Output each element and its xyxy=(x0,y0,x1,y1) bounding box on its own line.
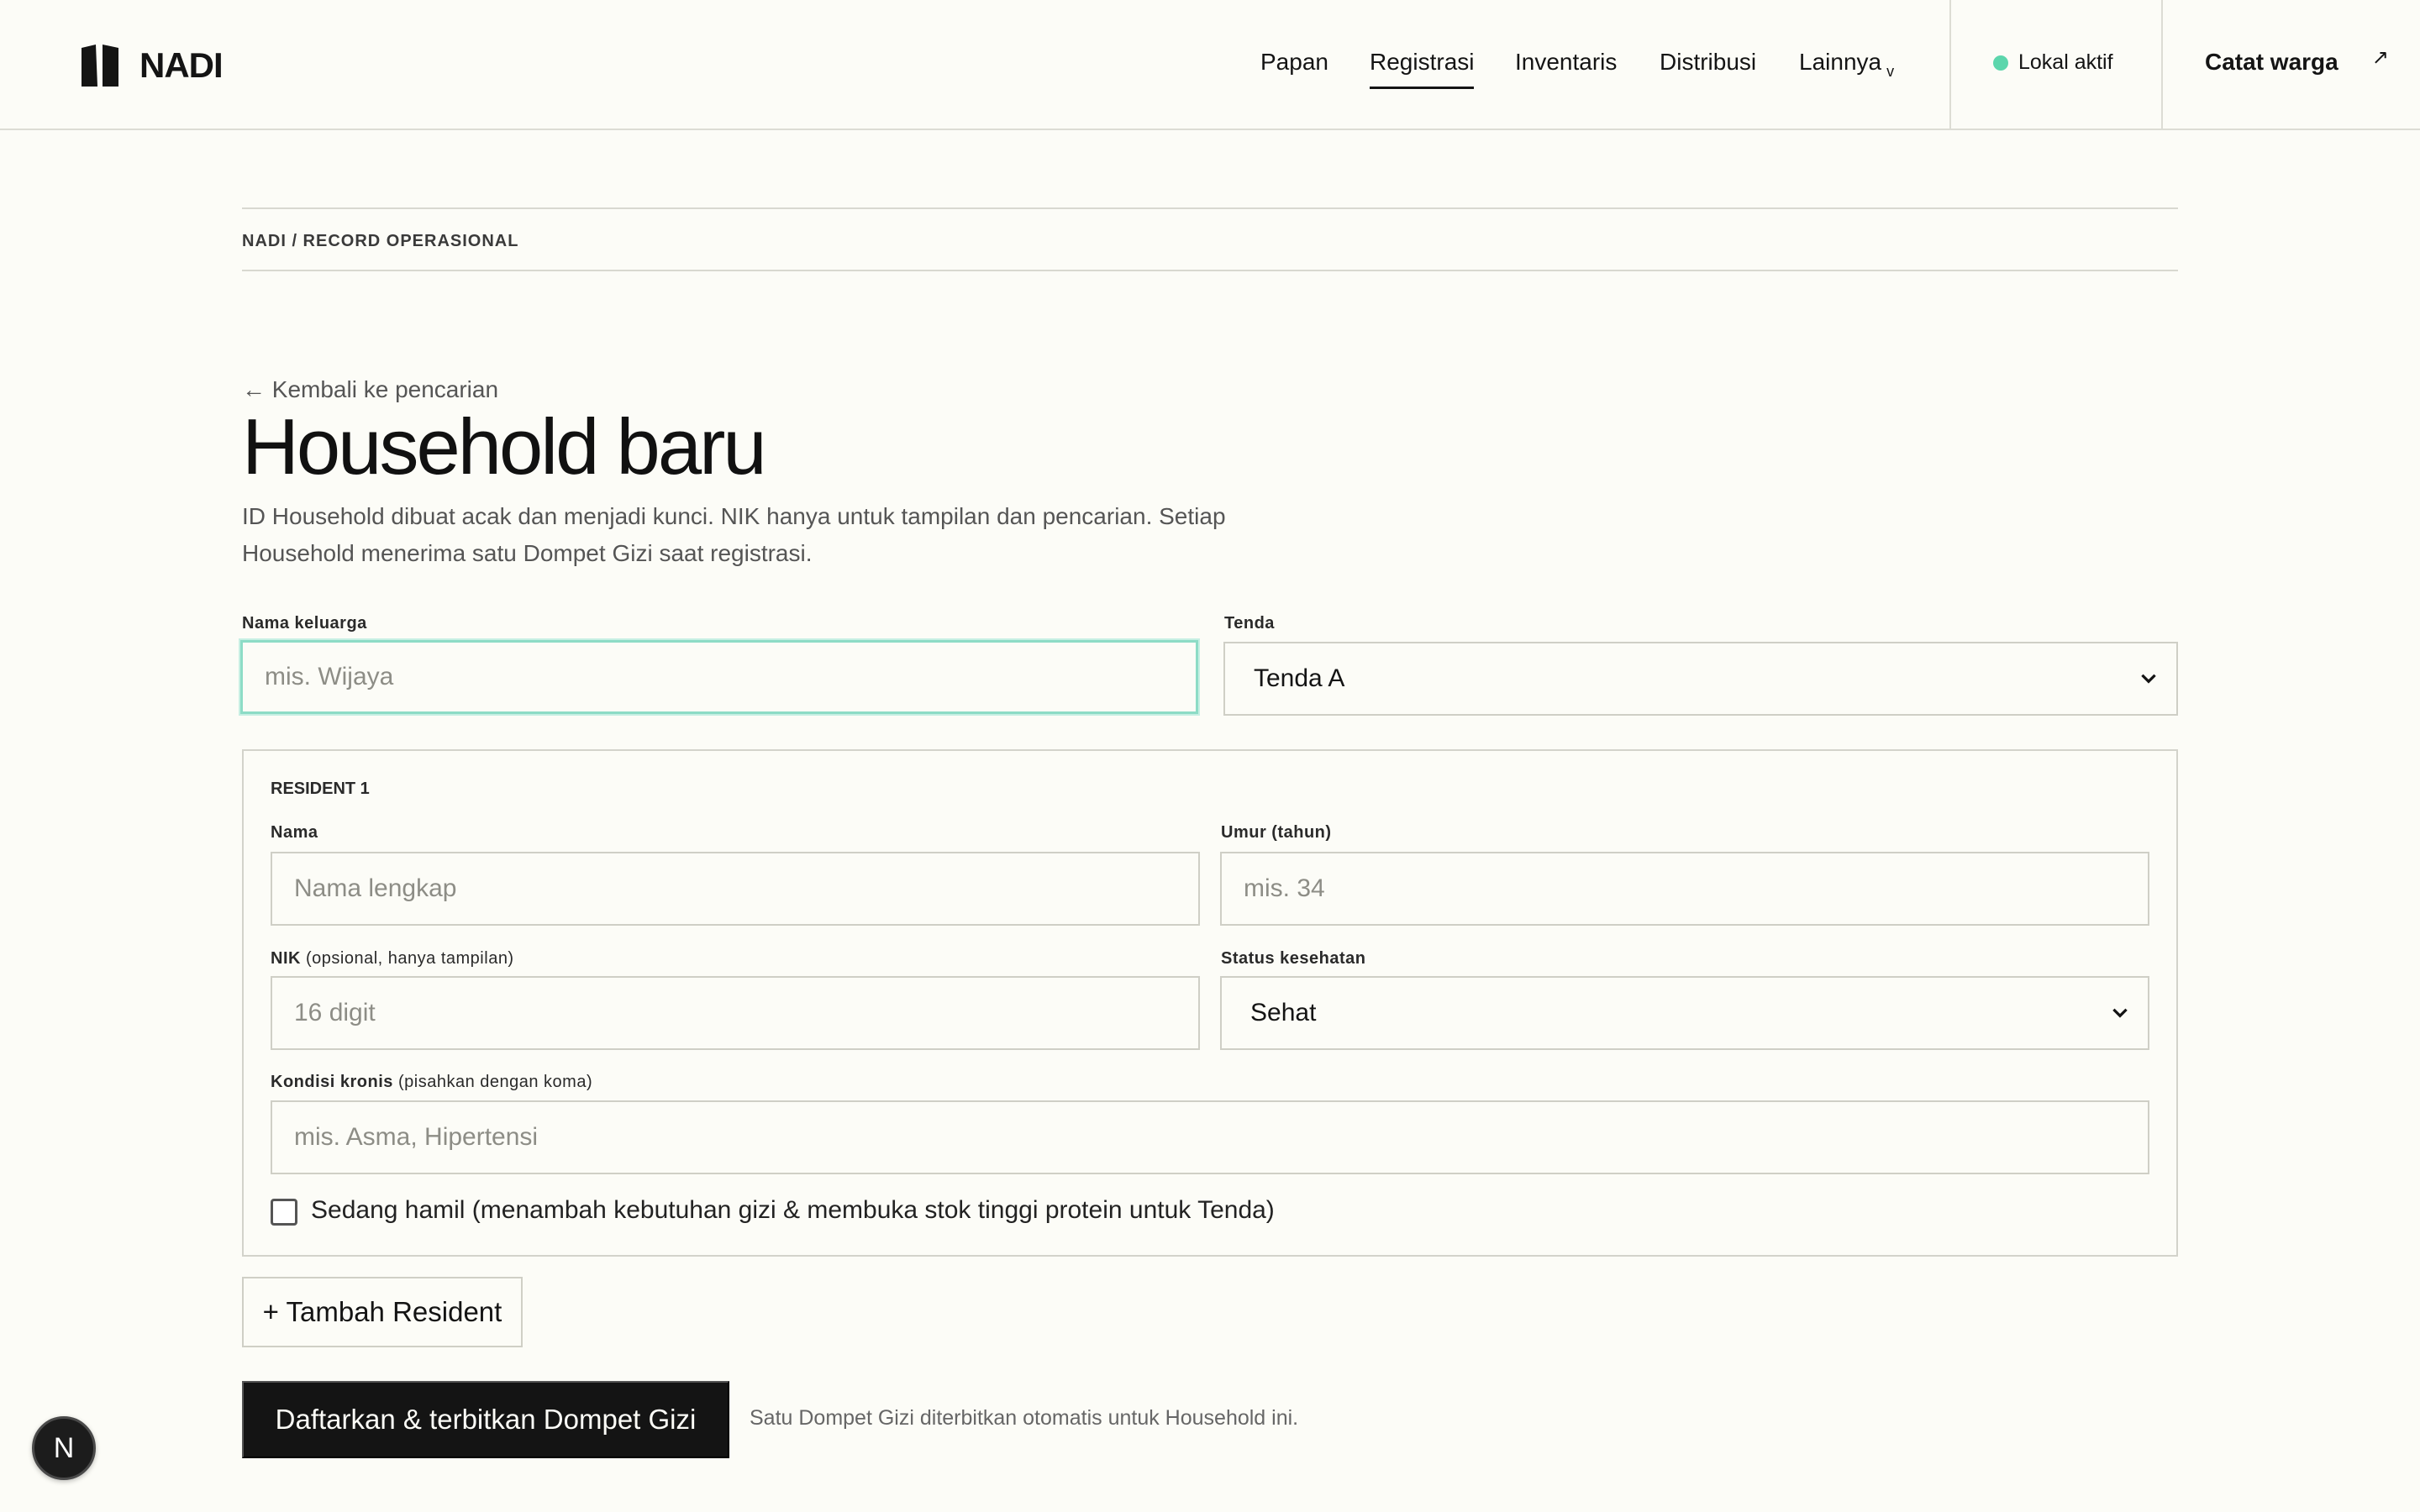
chronic-condition-label: Kondisi kronis (pisahkan dengan koma) xyxy=(271,1073,592,1092)
add-resident-button[interactable]: + Tambah Resident xyxy=(242,1277,523,1347)
record-resident-label: Catat warga xyxy=(2205,49,2338,75)
tent-label: Tenda xyxy=(1224,614,1275,633)
record-resident-link[interactable]: Catat warga ↗ xyxy=(2205,46,2389,76)
brand-name: NADI xyxy=(139,45,224,85)
nav-registrasi[interactable]: Registrasi xyxy=(1370,49,1475,92)
nik-label-note: (opsional, hanya tampilan) xyxy=(306,949,514,968)
header-divider xyxy=(2161,0,2163,130)
nav-distribusi[interactable]: Distribusi xyxy=(1660,49,1756,92)
n-logo-icon: N xyxy=(53,1431,75,1464)
page-description: ID Household dibuat acak dan menjadi kun… xyxy=(242,503,1226,566)
nav-papan[interactable]: Papan xyxy=(1260,49,1328,92)
brand[interactable]: NADI xyxy=(79,42,224,89)
nik-label: NIK (opsional, hanya tampilan) xyxy=(271,949,514,969)
age-input[interactable] xyxy=(1220,852,2149,926)
age-label: Umur (tahun) xyxy=(1221,823,1332,842)
submit-note: Satu Dompet Gizi diterbitkan otomatis un… xyxy=(750,1406,1299,1430)
chevron-down-icon xyxy=(2112,1008,2128,1018)
nav-inventaris[interactable]: Inventaris xyxy=(1515,49,1617,92)
header-divider xyxy=(1949,0,1951,130)
family-name-label: Nama keluarga xyxy=(242,614,367,633)
sync-status: Lokal aktif xyxy=(1993,50,2113,75)
chronic-label-note: (pisahkan dengan koma) xyxy=(397,1073,593,1091)
chronic-label-main: Kondisi kronis xyxy=(271,1073,393,1091)
page-title: Household baru xyxy=(242,402,767,491)
chevron-down-icon xyxy=(2141,674,2156,684)
back-to-search-link[interactable]: ← Kembali ke pencarian xyxy=(242,376,498,403)
arrow-up-right-icon: ↗ xyxy=(2371,45,2389,69)
tent-select-value: Tenda A xyxy=(1254,664,1345,692)
family-name-input[interactable] xyxy=(240,640,1198,714)
health-status-select[interactable]: Sehat xyxy=(1220,976,2149,1050)
top-navigation-bar: NADI Papan Registrasi Inventaris Distrib… xyxy=(0,0,2420,130)
nik-label-main: NIK xyxy=(271,949,301,968)
dev-tools-badge[interactable]: N xyxy=(32,1416,96,1480)
status-dot-icon xyxy=(1993,55,2008,71)
nav-lainnya[interactable]: Lainnya v xyxy=(1799,49,1894,92)
pregnant-checkbox[interactable] xyxy=(271,1199,297,1226)
health-status-label: Status kesehatan xyxy=(1221,949,1366,968)
breadcrumb: NADI / RECORD OPERASIONAL xyxy=(242,232,519,250)
sync-status-text: Lokal aktif xyxy=(2018,50,2113,74)
resident-name-input[interactable] xyxy=(271,852,1200,926)
nik-input[interactable] xyxy=(271,976,1200,1050)
resident-card-title: RESIDENT 1 xyxy=(271,780,370,798)
nav-lainnya-label: Lainnya xyxy=(1799,49,1882,75)
health-status-value: Sehat xyxy=(1250,999,1317,1026)
pregnant-checkbox-label[interactable]: Sedang hamil (menambah kebutuhan gizi & … xyxy=(311,1196,1275,1225)
register-submit-button[interactable]: Daftarkan & terbitkan Dompet Gizi xyxy=(242,1381,729,1458)
breadcrumb-bottom-rule xyxy=(242,270,2178,271)
breadcrumb-top-rule xyxy=(242,207,2178,209)
nadi-logo-icon xyxy=(82,45,118,87)
tent-select[interactable]: Tenda A xyxy=(1223,642,2178,716)
chronic-condition-input[interactable] xyxy=(271,1100,2149,1174)
chevron-down-icon: v xyxy=(1886,63,1895,80)
resident-name-label: Nama xyxy=(271,823,318,842)
